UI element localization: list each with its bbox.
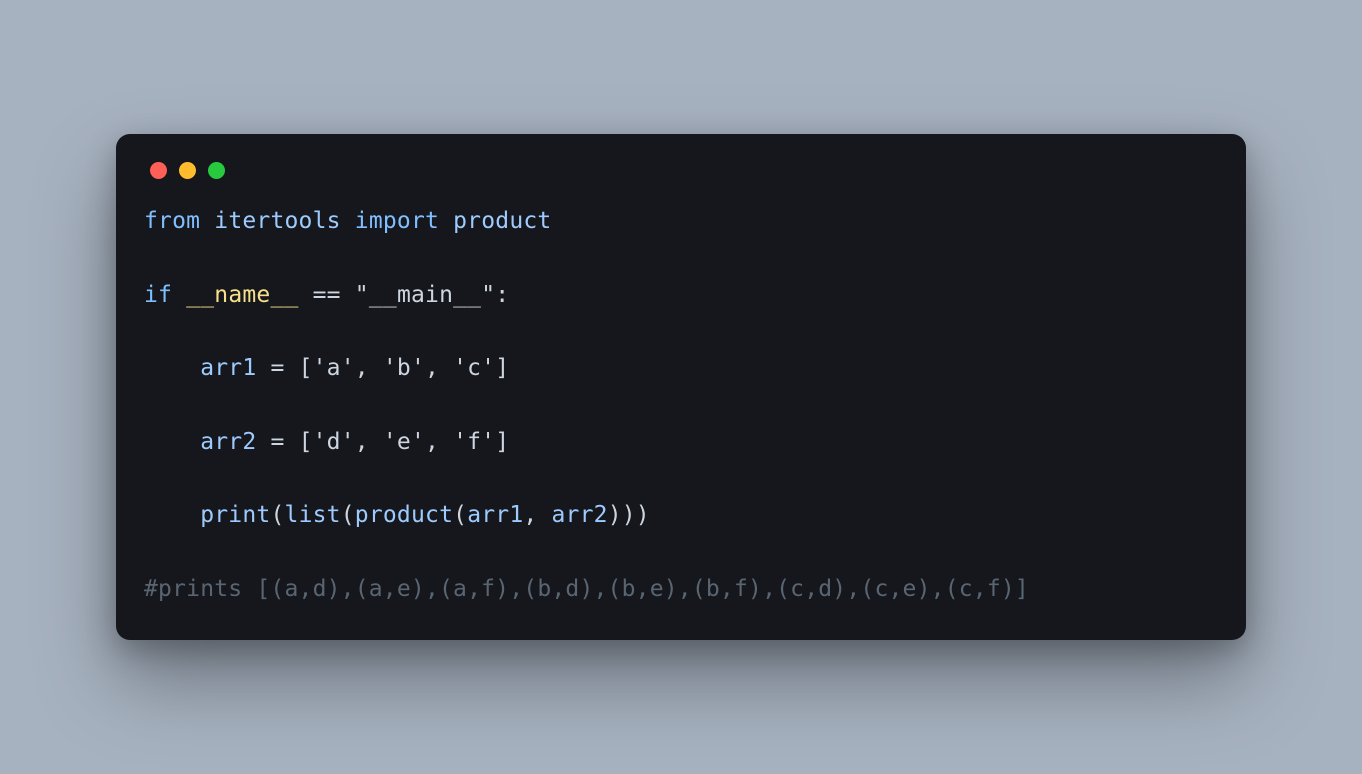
code-line-5: print(list(product(arr1, arr2))) [144, 502, 650, 528]
keyword-import: import [355, 208, 439, 234]
arg-arr1: arr1 [467, 502, 523, 528]
keyword-if: if [144, 282, 172, 308]
string-main: "__main__" [355, 282, 495, 308]
list-literal-1: ['a', 'b', 'c'] [299, 355, 510, 381]
paren: ( [270, 502, 284, 528]
indent [144, 502, 200, 528]
dunder-name: __name__ [186, 282, 298, 308]
close-icon[interactable] [150, 162, 167, 179]
code-line-4: arr2 = ['d', 'e', 'f'] [144, 429, 509, 455]
colon: : [495, 282, 509, 308]
minimize-icon[interactable] [179, 162, 196, 179]
arg-arr2: arr2 [552, 502, 608, 528]
assign-op: = [256, 355, 298, 381]
code-line-3: arr1 = ['a', 'b', 'c'] [144, 355, 509, 381]
paren: ( [341, 502, 355, 528]
assign-op: = [256, 429, 298, 455]
code-line-1: from itertools import product [144, 208, 551, 234]
module-name: itertools [214, 208, 340, 234]
keyword-from: from [144, 208, 200, 234]
code-line-2: if __name__ == "__main__": [144, 282, 509, 308]
fn-product: product [355, 502, 453, 528]
var-arr2: arr2 [200, 429, 256, 455]
fn-list: list [285, 502, 341, 528]
window-traffic-lights [144, 158, 1218, 203]
indent [144, 429, 200, 455]
comma: , [523, 502, 551, 528]
code-window: from itertools import product if __name_… [116, 134, 1246, 640]
zoom-icon[interactable] [208, 162, 225, 179]
paren-close: ))) [608, 502, 650, 528]
fn-print: print [200, 502, 270, 528]
import-name: product [453, 208, 551, 234]
code-comment: #prints [(a,d),(a,e),(a,f),(b,d),(b,e),(… [144, 576, 1029, 602]
paren: ( [453, 502, 467, 528]
operator-eq: == [313, 282, 341, 308]
var-arr1: arr1 [200, 355, 256, 381]
indent [144, 355, 200, 381]
code-block: from itertools import product if __name_… [144, 203, 1218, 608]
list-literal-2: ['d', 'e', 'f'] [299, 429, 510, 455]
